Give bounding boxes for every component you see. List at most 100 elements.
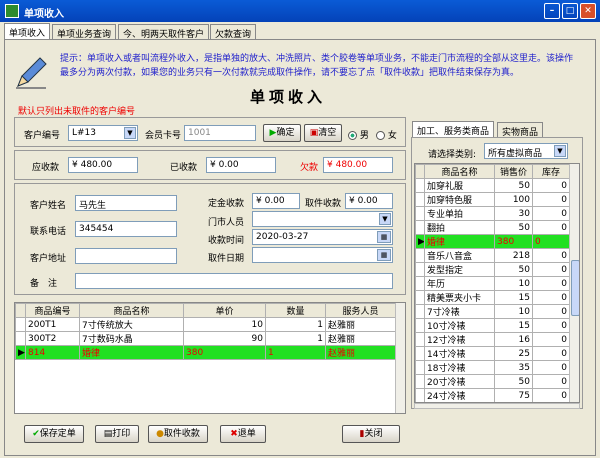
goods-name-cell: 加穿特色服 [424, 192, 495, 207]
row-marker [415, 178, 425, 193]
pickup-payment-button[interactable]: ●取件收款 [148, 425, 208, 443]
print-button[interactable]: ▤打印 [95, 425, 139, 443]
goods-row[interactable]: 加穿礼服 50 0 [415, 178, 570, 193]
col-header-price[interactable]: 单价 [183, 303, 266, 318]
goods-price-cell: 15 [494, 318, 533, 333]
x-icon: ✖ [230, 429, 238, 439]
tab-service-goods[interactable]: 加工、服务类商品 [412, 121, 495, 138]
col-header-stock[interactable]: 库存 [532, 164, 570, 179]
goods-price-cell: 35 [494, 360, 533, 375]
gender-female[interactable]: 女 [376, 128, 397, 141]
save-order-button[interactable]: ✔保存定单 [24, 425, 84, 443]
goods-row[interactable]: 18寸冷裱 35 0 [415, 360, 570, 375]
goods-row[interactable]: 24寸冷裱 75 0 [415, 388, 570, 402]
col-header-sale-price[interactable]: 销售价 [494, 164, 533, 179]
row-pointer-icon: ▶ [15, 345, 26, 360]
maximize-button[interactable]: □ [562, 3, 578, 19]
check-icon: ✔ [32, 429, 40, 439]
order-table-header: 商品编号 商品名称 单价 数量 服务人员 [15, 303, 396, 318]
card-input[interactable]: 1001 [184, 125, 256, 141]
goods-row[interactable]: 专业单拍 30 0 [415, 206, 570, 221]
gender-male[interactable]: 男 [348, 128, 369, 141]
pickup-pay-input[interactable]: ¥ 0.00 [345, 193, 393, 209]
goods-price-cell: 380 [494, 234, 533, 249]
table-row[interactable]: 200T1 7寸传统放大 10 1 赵雅丽 [15, 317, 396, 332]
goods-hscrollbar[interactable] [414, 403, 580, 409]
tab-pickup-customers[interactable]: 今、明两天取件客户 [118, 24, 210, 40]
minimize-button[interactable]: – [544, 3, 560, 19]
row-marker [415, 360, 425, 375]
goods-table-scrollbar[interactable] [569, 164, 579, 402]
tab-business-query[interactable]: 单项业务查询 [52, 24, 117, 40]
order-table-scrollbar[interactable] [395, 303, 405, 413]
row-marker [415, 290, 425, 305]
goods-name-cell: 年历 [424, 276, 495, 291]
category-select[interactable]: 所有虚拟商品 ▼ [484, 143, 568, 159]
cell-price: 90 [183, 331, 266, 346]
confirm-button[interactable]: ▶确定 [263, 124, 301, 142]
time-input[interactable]: 2020-03-27 ▦ [252, 229, 393, 245]
pickup-date-input[interactable]: ▦ [252, 247, 393, 263]
table-row[interactable]: 300T2 7寸数码水晶 90 1 赵雅丽 [15, 331, 396, 346]
col-header-name[interactable]: 商品名称 [79, 303, 184, 318]
col-header-id[interactable]: 商品编号 [25, 303, 80, 318]
note-input[interactable] [75, 273, 393, 289]
goods-price-cell: 100 [494, 192, 533, 207]
goods-price-cell: 50 [494, 374, 533, 389]
goods-name-cell: 发型指定 [424, 262, 495, 277]
calendar-icon[interactable]: ▦ [377, 249, 391, 261]
goods-row[interactable]: 12寸冷裱 16 0 [415, 332, 570, 347]
goods-table-body: 加穿礼服 50 0 加穿特色服 100 0 专业单拍 30 0 翻拍 50 0 ▶ 婚律 380 0 音乐八音盒… [415, 178, 570, 402]
address-input[interactable] [75, 248, 177, 264]
row-marker [415, 206, 425, 221]
row-marker [15, 331, 26, 346]
note-label: 备 注 [30, 279, 58, 289]
goods-stock-cell: 0 [532, 248, 570, 263]
goods-row-selected[interactable]: ▶ 婚律 380 0 [415, 234, 570, 249]
tab-debt-query[interactable]: 欠款查询 [210, 24, 257, 40]
row-marker-header [415, 164, 425, 179]
goods-name-cell: 加穿礼服 [424, 178, 495, 193]
calendar-icon[interactable]: ▦ [377, 231, 391, 243]
refund-button[interactable]: ✖退单 [220, 425, 266, 443]
goods-row[interactable]: 年历 10 0 [415, 276, 570, 291]
goods-row[interactable]: 精美票夹小卡 15 0 [415, 290, 570, 305]
goods-row[interactable]: 发型指定 50 0 [415, 262, 570, 277]
goods-row[interactable]: 20寸冷裱 50 0 [415, 374, 570, 389]
col-header-qty[interactable]: 数量 [265, 303, 326, 318]
phone-label: 联系电话 [30, 227, 67, 237]
table-row-selected[interactable]: ▶ 814 婚律 380 1 赵雅丽 [15, 345, 396, 360]
goods-stock-cell: 0 [532, 206, 570, 221]
row-marker [415, 332, 425, 347]
goods-row[interactable]: 加穿特色服 100 0 [415, 192, 570, 207]
goods-row[interactable]: 7寸冷裱 10 0 [415, 304, 570, 319]
goods-name-cell: 专业单拍 [424, 206, 495, 221]
tab-physical-goods[interactable]: 实物商品 [497, 122, 544, 138]
close-button[interactable]: ▮关闭 [342, 425, 400, 443]
chevron-down-icon: ▼ [379, 213, 391, 225]
clear-icon: ▣ [309, 128, 319, 138]
cell-staff: 赵雅丽 [325, 331, 396, 346]
col-header-staff[interactable]: 服务人员 [325, 303, 396, 318]
goods-row[interactable]: 14寸冷裱 25 0 [415, 346, 570, 361]
goods-row[interactable]: 音乐八音盒 218 0 [415, 248, 570, 263]
clear-button[interactable]: ▣清空 [304, 124, 342, 142]
staff-select[interactable]: ▼ [252, 211, 393, 227]
phone-input[interactable]: 345454 [75, 221, 177, 237]
customer-id-select[interactable]: L#13 ▼ [68, 125, 138, 141]
goods-table-panel: 商品名称 销售价 库存 加穿礼服 50 0 加穿特色服 100 0 专业单拍 30 0 翻拍 50 0… [414, 163, 580, 403]
tab-single-income[interactable]: 单项收入 [4, 23, 51, 40]
name-input[interactable]: 马先生 [75, 195, 177, 211]
col-header-goods-name[interactable]: 商品名称 [424, 164, 495, 179]
deposit-input[interactable]: ¥ 0.00 [252, 193, 300, 209]
goods-stock-cell: 0 [532, 262, 570, 277]
deposit-label: 定金收款 [208, 199, 245, 209]
goods-row[interactable]: 10寸冷裱 15 0 [415, 318, 570, 333]
goods-row[interactable]: 翻拍 50 0 [415, 220, 570, 235]
hint-line-1: 提示：单项收入或者叫流程外收入，是指单独的放大、冲洗照片、类个胶卷等单项业务，不… [60, 54, 574, 64]
row-marker [415, 220, 425, 235]
goods-name-cell: 24寸冷裱 [424, 388, 495, 402]
close-window-button[interactable]: ✕ [580, 3, 596, 19]
scrollbar-thumb[interactable] [571, 260, 579, 316]
cell-name: 7寸数码水晶 [79, 331, 184, 346]
